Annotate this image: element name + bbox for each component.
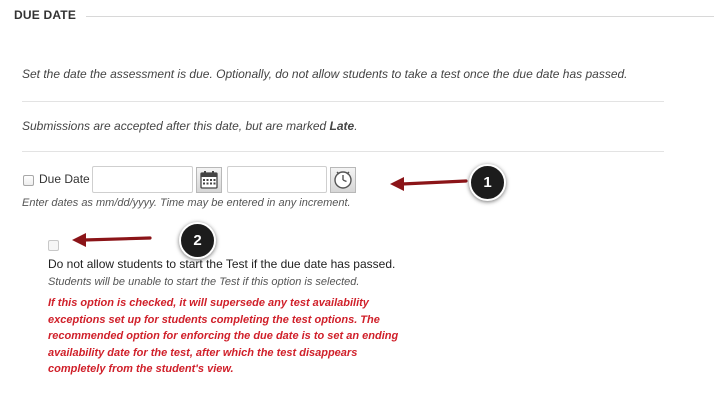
late-text-prefix: Submissions are accepted after this date… bbox=[22, 119, 330, 133]
calendar-icon bbox=[200, 171, 218, 189]
warning-line: exceptions set up for students completin… bbox=[48, 313, 380, 326]
section-title: DUE DATE bbox=[14, 8, 77, 22]
clock-icon bbox=[334, 171, 352, 189]
late-text-suffix: . bbox=[354, 119, 358, 133]
warning-line: recommended option for enforcing the due… bbox=[48, 330, 399, 342]
prevent-late-start-label: Do not allow students to start the Test … bbox=[48, 257, 396, 271]
divider bbox=[22, 151, 664, 152]
warning-line: If this option is checked, it will super… bbox=[48, 297, 369, 309]
due-date-panel: DUE DATE Set the date the assessment is … bbox=[0, 0, 714, 406]
annotation-arrow-1 bbox=[390, 177, 468, 191]
due-time-input[interactable] bbox=[227, 166, 327, 193]
due-date-checkbox[interactable] bbox=[23, 175, 34, 186]
due-date-label: Due Date bbox=[39, 172, 90, 186]
warning-line: availability date for the test, after wh… bbox=[48, 346, 358, 359]
late-text-emphasis: Late bbox=[329, 119, 355, 133]
callout-badge-2: 2 bbox=[179, 222, 216, 259]
late-submission-text: Submissions are accepted after this date… bbox=[22, 119, 358, 133]
warning-message: If this option is checked, it will super… bbox=[48, 295, 438, 378]
section-divider bbox=[86, 16, 714, 17]
prevent-late-start-checkbox[interactable] bbox=[48, 240, 59, 251]
due-date-input[interactable] bbox=[92, 166, 193, 193]
warning-line: completely from the student's view. bbox=[48, 363, 234, 375]
time-picker-button[interactable] bbox=[330, 167, 356, 193]
divider bbox=[22, 101, 664, 102]
date-format-hint: Enter dates as mm/dd/yyyy. Time may be e… bbox=[22, 197, 351, 209]
annotation-arrow-2 bbox=[72, 233, 152, 247]
prevent-late-start-hint: Students will be unable to start the Tes… bbox=[48, 276, 360, 288]
date-picker-button[interactable] bbox=[196, 167, 222, 193]
instruction-text: Set the date the assessment is due. Opti… bbox=[22, 67, 628, 81]
callout-badge-1: 1 bbox=[469, 164, 506, 201]
